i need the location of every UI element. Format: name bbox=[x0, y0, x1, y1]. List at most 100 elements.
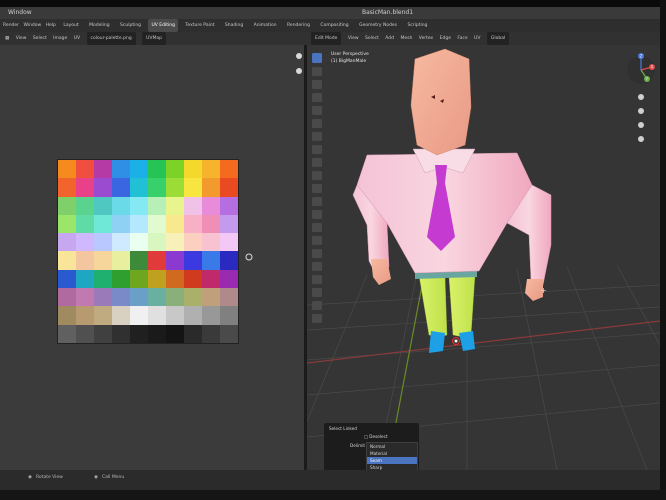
pan-icon[interactable] bbox=[296, 53, 302, 59]
mode-dropdown[interactable]: Edit Mode bbox=[311, 32, 342, 45]
viewport-header: Edit Mode View Select Add Mesh Vertex Ed… bbox=[306, 32, 510, 45]
image-name-field[interactable]: colour-palette.png bbox=[86, 32, 136, 45]
zoom-icon[interactable] bbox=[296, 68, 302, 74]
delimit-option-seam[interactable]: Seam bbox=[367, 457, 417, 464]
palette-swatch bbox=[184, 233, 202, 252]
uv-menu-uv[interactable]: UV bbox=[74, 32, 80, 45]
measure-tool[interactable] bbox=[312, 145, 322, 154]
loop-cut-tool[interactable] bbox=[312, 210, 322, 219]
delimit-option-material[interactable]: Material bbox=[367, 450, 417, 457]
tab-rendering[interactable]: Rendering bbox=[284, 19, 313, 32]
character-right-leg bbox=[448, 274, 476, 338]
rip-region-tool[interactable] bbox=[312, 314, 322, 323]
colour-palette-image bbox=[58, 160, 238, 343]
palette-swatch bbox=[148, 324, 166, 343]
palette-swatch bbox=[76, 324, 94, 343]
delimit-option-normal[interactable]: Normal bbox=[367, 443, 417, 450]
transform-tool[interactable] bbox=[312, 119, 322, 128]
palette-swatch bbox=[184, 214, 202, 234]
orientation-dropdown[interactable]: Global bbox=[486, 32, 510, 45]
perspective-grid-icon[interactable] bbox=[638, 136, 644, 142]
palette-swatch bbox=[202, 251, 220, 270]
palette-swatch bbox=[184, 160, 202, 179]
palette-swatch bbox=[148, 214, 166, 234]
palette-swatch bbox=[76, 251, 94, 270]
window-titlebar: Window BasicMan.blend1 bbox=[0, 7, 660, 19]
poly-build-tool[interactable] bbox=[312, 236, 322, 245]
uv-map-field[interactable]: UVMap bbox=[142, 32, 167, 45]
vp-menu-mesh[interactable]: Mesh bbox=[400, 32, 412, 45]
tab-uv-editing[interactable]: UV Editing bbox=[148, 19, 178, 32]
tab-texture-paint[interactable]: Texture Paint bbox=[182, 19, 217, 32]
tab-sculpting[interactable]: Sculpting bbox=[117, 19, 144, 32]
palette-swatch bbox=[166, 233, 184, 252]
palette-swatch bbox=[94, 196, 112, 215]
tab-compositing[interactable]: Compositing bbox=[317, 19, 351, 32]
shear-tool[interactable] bbox=[312, 301, 322, 310]
palette-swatch bbox=[202, 233, 220, 252]
vp-menu-view[interactable]: View bbox=[348, 32, 359, 45]
character-head bbox=[410, 48, 472, 156]
vp-menu-edge[interactable]: Edge bbox=[440, 32, 451, 45]
palette-swatch bbox=[220, 269, 238, 289]
palette-swatch bbox=[94, 324, 112, 343]
palette-swatch bbox=[202, 178, 220, 197]
vp-menu-vertex[interactable]: Vertex bbox=[419, 32, 433, 45]
menu-render[interactable]: Render bbox=[3, 19, 19, 32]
palette-swatch bbox=[130, 306, 148, 325]
vp-menu-select[interactable]: Select bbox=[365, 32, 379, 45]
palette-swatch bbox=[112, 178, 130, 197]
status-call-menu: Call Menu bbox=[102, 475, 125, 480]
palette-swatch bbox=[58, 251, 76, 270]
uv-menu-image[interactable]: Image bbox=[53, 32, 67, 45]
menu-window[interactable]: Window bbox=[23, 19, 41, 32]
palette-swatch bbox=[202, 288, 220, 307]
tab-geometry-nodes[interactable]: Geometry Nodes bbox=[356, 19, 400, 32]
palette-swatch bbox=[184, 251, 202, 270]
cursor-tool[interactable] bbox=[312, 67, 322, 76]
spin-tool[interactable] bbox=[312, 249, 322, 258]
palette-swatch bbox=[76, 269, 94, 289]
tab-animation[interactable]: Animation bbox=[251, 19, 280, 32]
pan-icon[interactable] bbox=[638, 108, 644, 114]
knife-tool[interactable] bbox=[312, 223, 322, 232]
shrink-fatten-tool[interactable] bbox=[312, 288, 322, 297]
deselect-checkbox[interactable]: □ Deselect bbox=[364, 434, 388, 439]
tab-layout[interactable]: Layout bbox=[60, 19, 81, 32]
bevel-tool[interactable] bbox=[312, 197, 322, 206]
vp-menu-add[interactable]: Add bbox=[385, 32, 394, 45]
navigation-gizmo[interactable]: X Y Z bbox=[627, 53, 655, 84]
vp-menu-face[interactable]: Face bbox=[457, 32, 467, 45]
tab-shading[interactable]: Shading bbox=[222, 19, 246, 32]
palette-swatch bbox=[112, 269, 130, 289]
tab-scripting[interactable]: Scripting bbox=[404, 19, 430, 32]
editor-headers: ▦ View Select Image UV colour-palette.pn… bbox=[0, 32, 660, 45]
camera-icon[interactable] bbox=[638, 122, 644, 128]
palette-swatch bbox=[58, 306, 76, 325]
zoom-icon[interactable] bbox=[638, 94, 644, 100]
palette-swatch bbox=[202, 324, 220, 343]
annotate-tool[interactable] bbox=[312, 132, 322, 141]
uv-editor-type-icon[interactable]: ▦ bbox=[5, 32, 9, 45]
scale-tool[interactable] bbox=[312, 106, 322, 115]
palette-swatch bbox=[94, 288, 112, 307]
inset-tool[interactable] bbox=[312, 184, 322, 193]
uv-menu-select[interactable]: Select bbox=[33, 32, 47, 45]
uv-2d-cursor[interactable] bbox=[245, 253, 253, 261]
tab-modeling[interactable]: Modeling bbox=[86, 19, 112, 32]
3d-cursor[interactable] bbox=[452, 337, 460, 345]
vp-menu-uv[interactable]: UV bbox=[474, 32, 480, 45]
add-cube-tool[interactable] bbox=[312, 158, 322, 167]
move-tool[interactable] bbox=[312, 80, 322, 89]
monitor-screen: Window BasicMan.blend1 Render Window Hel… bbox=[0, 0, 666, 500]
uv-menu-view[interactable]: View bbox=[16, 32, 27, 45]
select-box-tool[interactable] bbox=[312, 53, 322, 63]
character-mesh[interactable] bbox=[352, 48, 552, 353]
menu-help[interactable]: Help bbox=[46, 19, 56, 32]
smooth-tool[interactable] bbox=[312, 262, 322, 271]
edge-slide-tool[interactable] bbox=[312, 275, 322, 284]
rotate-tool[interactable] bbox=[312, 93, 322, 102]
palette-swatch bbox=[220, 324, 238, 343]
extrude-tool[interactable] bbox=[312, 171, 322, 180]
3d-viewport[interactable]: + X Y Z User Perspective (1) BigManMale bbox=[307, 45, 660, 470]
